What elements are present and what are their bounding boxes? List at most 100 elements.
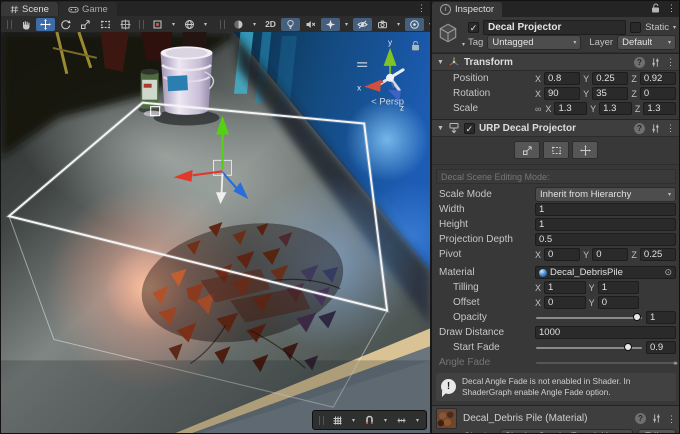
gameobject-name-field[interactable]: Decal Projector xyxy=(483,20,626,35)
lock-icon[interactable] xyxy=(651,3,660,13)
scene-audio-button[interactable] xyxy=(301,18,320,31)
transform-tool-button[interactable] xyxy=(116,18,135,31)
component-menu-icon[interactable]: ⋮ xyxy=(666,57,675,67)
snap-increment-button[interactable] xyxy=(392,413,411,427)
tab-inspector[interactable]: i Inspector xyxy=(432,2,502,17)
transform-header[interactable]: ▼ Transform ? ⋮ xyxy=(432,53,680,71)
handle-rotation-button[interactable] xyxy=(180,18,199,31)
position-x-field[interactable]: 0.8 xyxy=(544,72,580,85)
pivot-mode-button[interactable] xyxy=(148,18,167,31)
scene-camera-dropdown[interactable]: ▾ xyxy=(393,18,404,31)
move-tool-button[interactable] xyxy=(36,18,55,31)
draw-mode-button[interactable] xyxy=(229,18,248,31)
grid-visibility-button[interactable] xyxy=(328,413,347,427)
opacity-field[interactable]: 1 xyxy=(646,311,676,324)
pivot-y-field[interactable]: 0 xyxy=(592,248,628,261)
pivot-z-field[interactable]: 0.25 xyxy=(640,248,676,261)
help-icon[interactable]: ? xyxy=(635,413,646,424)
foldout-icon[interactable]: ▼ xyxy=(437,125,444,132)
presets-icon[interactable] xyxy=(650,123,661,134)
toolbar-grip[interactable] xyxy=(7,20,12,29)
static-dropdown[interactable]: ▾ xyxy=(673,24,676,31)
decal-scale-mode-button[interactable] xyxy=(514,141,540,159)
position-y-field[interactable]: 0.25 xyxy=(592,72,628,85)
toolbar-grip[interactable] xyxy=(220,20,225,29)
rotation-x-field[interactable]: 90 xyxy=(544,87,580,100)
foldout-icon[interactable]: ▼ xyxy=(437,59,444,66)
shader-dropdown[interactable]: Shader Graphs/Decal_HeightMask ▾ xyxy=(500,429,633,433)
component-enabled-checkbox[interactable]: ✓ xyxy=(464,123,475,134)
link-scale-icon[interactable]: ∞ xyxy=(535,104,541,114)
start-fade-field[interactable]: 0.9 xyxy=(646,341,676,354)
material-foldout-icon[interactable]: ▶ xyxy=(433,432,438,433)
scale-mode-dropdown[interactable]: Inherit from Hierarchy ▾ xyxy=(535,187,676,202)
object-picker-icon[interactable]: ⊙ xyxy=(664,267,672,278)
scale-x-field[interactable]: 1.3 xyxy=(554,102,587,115)
component-menu-icon[interactable]: ⋮ xyxy=(666,123,675,133)
scene-lighting-button[interactable] xyxy=(281,18,300,31)
icon-dropdown[interactable]: ▾ xyxy=(462,41,465,48)
axis-center-cube[interactable] xyxy=(386,74,394,82)
help-icon[interactable]: ? xyxy=(634,123,645,134)
tilling-x-field[interactable]: 1 xyxy=(544,281,586,294)
grid-visibility-dropdown[interactable]: ▾ xyxy=(348,413,359,427)
scale-y-field[interactable]: 1.3 xyxy=(599,102,632,115)
offset-y-field[interactable]: 0 xyxy=(598,296,640,309)
material-object-field[interactable]: Decal_DebrisPile ⊙ xyxy=(535,266,676,279)
warning-icon: ! xyxy=(441,379,456,394)
position-z-field[interactable]: 0.92 xyxy=(640,72,676,85)
gizmos-button[interactable] xyxy=(405,18,424,31)
rotation-z-field[interactable]: 0 xyxy=(640,87,676,100)
scene-camera-button[interactable] xyxy=(373,18,392,31)
start-fade-slider[interactable] xyxy=(535,341,643,354)
toolbar-grip[interactable] xyxy=(139,20,144,29)
scene-effects-dropdown[interactable]: ▾ xyxy=(341,18,352,31)
toolbar-grip[interactable] xyxy=(319,416,324,425)
tab-scene[interactable]: Scene xyxy=(1,2,58,16)
handle-rotation-dropdown[interactable]: ▾ xyxy=(200,18,211,31)
decal-projector-header[interactable]: ▼ ✓ URP Decal Projector ? ⋮ xyxy=(432,119,680,137)
shader-edit-button[interactable]: Edit... xyxy=(638,429,676,433)
snap-increment-dropdown[interactable]: ▾ xyxy=(412,413,423,427)
gameobject-cube-icon[interactable]: ▾ xyxy=(437,22,461,46)
material-header[interactable]: Decal_Debris Pile (Material) ? ⋮ xyxy=(436,409,676,429)
component-menu-icon[interactable]: ⋮ xyxy=(667,414,676,424)
draw-distance-label: Draw Distance xyxy=(436,327,535,338)
tilling-y-field[interactable]: 1 xyxy=(598,281,640,294)
hand-tool-button[interactable] xyxy=(16,18,35,31)
inspector-menu-icon[interactable]: ⋮ xyxy=(667,3,676,13)
pivot-mode-dropdown[interactable]: ▾ xyxy=(168,18,179,31)
scene-effects-button[interactable] xyxy=(321,18,340,31)
scale-tool-button[interactable] xyxy=(76,18,95,31)
layer-dropdown[interactable]: Default ▾ xyxy=(617,35,676,50)
rect-tool-button[interactable] xyxy=(96,18,115,31)
scene-viewport[interactable]: y x z < Persp ▾ xyxy=(1,32,430,433)
draw-mode-dropdown[interactable]: ▾ xyxy=(249,18,260,31)
opacity-slider[interactable] xyxy=(535,311,643,324)
projection-depth-field[interactable]: 0.5 xyxy=(535,233,676,246)
2d-mode-button[interactable]: 2D xyxy=(261,18,280,31)
help-icon[interactable]: ? xyxy=(634,57,645,68)
offset-x-field[interactable]: 0 xyxy=(544,296,586,309)
scale-z-field[interactable]: 1.3 xyxy=(643,102,676,115)
rotate-tool-button[interactable] xyxy=(56,18,75,31)
height-field[interactable]: 1 xyxy=(535,218,676,231)
decal-crop-mode-button[interactable] xyxy=(543,141,569,159)
grid-snapping-dropdown[interactable]: ▾ xyxy=(380,413,391,427)
tab-game[interactable]: Game xyxy=(59,2,117,16)
draw-distance-field[interactable]: 1000 xyxy=(535,326,676,339)
scene-overlay-menu-icon[interactable]: ⋮ xyxy=(417,3,426,14)
width-field[interactable]: 1 xyxy=(535,203,676,216)
projection-mode-label[interactable]: < Persp xyxy=(371,97,404,108)
static-checkbox[interactable] xyxy=(630,22,641,33)
tag-dropdown[interactable]: Untagged ▾ xyxy=(487,35,581,50)
presets-icon[interactable] xyxy=(651,413,662,424)
rotation-y-field[interactable]: 35 xyxy=(592,87,628,100)
presets-icon[interactable] xyxy=(650,57,661,68)
active-checkbox[interactable]: ✓ xyxy=(468,22,479,33)
decal-pivot-mode-button[interactable] xyxy=(572,141,598,159)
grid-snapping-button[interactable] xyxy=(360,413,379,427)
scene-visibility-button[interactable] xyxy=(353,18,372,31)
pivot-x-field[interactable]: 0 xyxy=(544,248,580,261)
material-thumbnail[interactable] xyxy=(436,408,457,429)
